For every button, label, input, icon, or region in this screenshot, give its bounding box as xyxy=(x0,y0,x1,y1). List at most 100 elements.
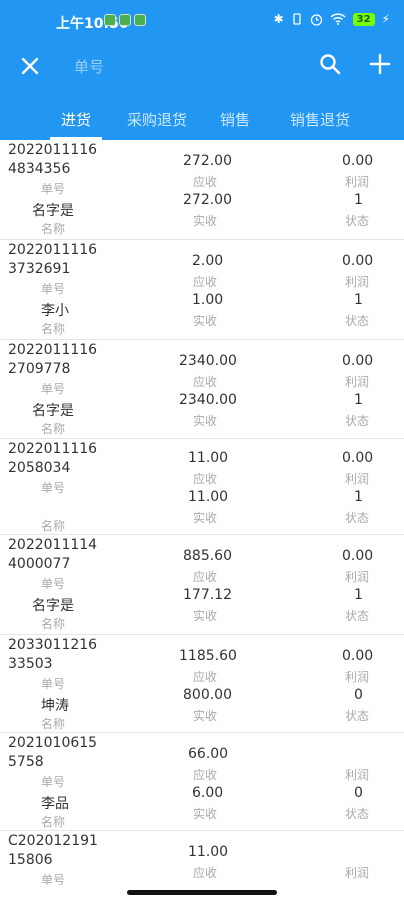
received-label: 实收 xyxy=(193,414,218,428)
status-value: 0 xyxy=(354,687,363,703)
close-icon[interactable] xyxy=(14,50,46,82)
received-value: 177.12 xyxy=(183,587,232,603)
received-label: 实收 xyxy=(193,214,218,228)
list-item[interactable]: C202012191 15806 单号 11.00 应收 利润 xyxy=(0,831,404,885)
receivable-value: 11.00 xyxy=(188,844,229,860)
order-number-label: 单号 xyxy=(41,775,66,789)
item-name: 名字是 xyxy=(32,203,74,219)
item-name: 李小 xyxy=(41,303,69,319)
item-name: 名字是 xyxy=(32,598,74,614)
receivable-label: 应收 xyxy=(193,275,218,289)
name-label: 名称 xyxy=(41,717,66,731)
received-value: 1.00 xyxy=(192,292,224,308)
profit-value: 0.00 xyxy=(342,648,374,664)
status-bar: 上午10:50 ✱ 32 ⚡ xyxy=(0,0,404,44)
received-label: 实收 xyxy=(193,511,218,525)
status-label: 状态 xyxy=(345,609,370,623)
profit-label: 利润 xyxy=(345,375,370,389)
list-item[interactable]: 2022011116 3732691 单号 李小 名称 2.00 应收 1.00… xyxy=(0,240,404,340)
receivable-value: 1185.60 xyxy=(179,648,237,664)
wifi-icon xyxy=(330,13,346,25)
order-number: 5758 xyxy=(8,754,44,770)
profit-value: 0.00 xyxy=(342,253,374,269)
receivable-label: 应收 xyxy=(193,175,218,189)
plus-icon[interactable] xyxy=(366,48,394,80)
tab-sales[interactable]: 销售 xyxy=(200,98,270,140)
order-number: 2022011116 xyxy=(8,142,98,158)
receivable-label: 应收 xyxy=(193,375,218,389)
received-value: 6.00 xyxy=(192,785,224,801)
profit-value: 0.00 xyxy=(342,548,374,564)
status-value: 1 xyxy=(354,192,363,208)
profit-label: 利润 xyxy=(345,866,370,880)
status-label: 状态 xyxy=(345,511,370,525)
receivable-value: 66.00 xyxy=(188,746,229,762)
receivable-value: 2340.00 xyxy=(179,353,237,369)
item-name: 坤涛 xyxy=(41,698,69,714)
notification-icon xyxy=(104,14,116,26)
item-name: 名字是 xyxy=(32,403,74,419)
received-label: 实收 xyxy=(193,807,218,821)
alarm-icon xyxy=(310,13,322,26)
tab-purchase-return[interactable]: 采购退货 xyxy=(114,98,200,140)
receivable-label: 应收 xyxy=(193,472,218,486)
status-label: 状态 xyxy=(345,214,370,228)
profit-label: 利润 xyxy=(345,670,370,684)
tab-sales-return[interactable]: 销售退货 xyxy=(270,98,370,140)
receivable-label: 应收 xyxy=(193,670,218,684)
list-item[interactable]: 2022011114 4000077 单号 名字是 名称 885.60 应收 1… xyxy=(0,535,404,635)
tab-purchase[interactable]: 进货 xyxy=(38,98,114,140)
name-label: 名称 xyxy=(41,617,66,631)
name-label: 名称 xyxy=(41,322,66,336)
order-number-label: 单号 xyxy=(41,282,66,296)
profit-label: 利润 xyxy=(345,768,370,782)
name-label: 名称 xyxy=(41,815,66,829)
search-icon[interactable] xyxy=(318,52,344,78)
order-number-label: 单号 xyxy=(41,873,66,885)
received-label: 实收 xyxy=(193,314,218,328)
order-number: 4834356 xyxy=(8,161,71,177)
status-value: 0 xyxy=(354,785,363,801)
profit-value: 0.00 xyxy=(342,353,374,369)
list-item[interactable]: 2033011216 33503 单号 坤涛 名称 1185.60 应收 800… xyxy=(0,635,404,733)
received-label: 实收 xyxy=(193,709,218,723)
app-bar: 进货 采购退货 销售 销售退货 xyxy=(0,44,404,140)
vibrate-icon xyxy=(292,13,301,25)
order-number: 2033011216 xyxy=(8,637,98,653)
item-name: 李品 xyxy=(41,796,69,812)
order-number: 3732691 xyxy=(8,261,71,277)
gesture-nav-bar xyxy=(0,885,404,900)
list-item[interactable]: 2022011116 2058034 单号 名称 11.00 应收 11.00 … xyxy=(0,439,404,535)
list-item[interactable]: 2022011116 4834356 单号 名字是 名称 272.00 应收 2… xyxy=(0,140,404,240)
status-value: 1 xyxy=(354,292,363,308)
order-number-label: 单号 xyxy=(41,182,66,196)
profit-label: 利润 xyxy=(345,570,370,584)
profit-value: 0.00 xyxy=(342,450,374,466)
receivable-label: 应收 xyxy=(193,866,218,880)
receivable-value: 272.00 xyxy=(183,153,232,169)
system-icons: ✱ 32 ⚡ xyxy=(274,12,390,26)
list-item[interactable]: 2022011116 2709778 单号 名字是 名称 2340.00 应收 … xyxy=(0,340,404,439)
notification-icon xyxy=(119,14,131,26)
search-input[interactable] xyxy=(74,52,294,82)
charging-icon: ⚡ xyxy=(381,12,390,26)
receivable-value: 885.60 xyxy=(183,548,232,564)
order-number-label: 单号 xyxy=(41,677,66,691)
order-number: 2022011116 xyxy=(8,242,98,258)
record-list[interactable]: 2022011116 4834356 单号 名字是 名称 272.00 应收 2… xyxy=(0,140,404,885)
status-value: 1 xyxy=(354,392,363,408)
status-label: 状态 xyxy=(345,709,370,723)
order-number-label: 单号 xyxy=(41,382,66,396)
receivable-value: 2.00 xyxy=(192,253,224,269)
tab-bar: 进货 采购退货 销售 销售退货 xyxy=(0,98,404,140)
order-number: 4000077 xyxy=(8,556,71,572)
home-indicator[interactable] xyxy=(127,890,277,895)
notification-icons xyxy=(104,14,146,26)
status-label: 状态 xyxy=(345,314,370,328)
receivable-value: 11.00 xyxy=(188,450,229,466)
name-label: 名称 xyxy=(41,422,66,436)
list-item[interactable]: 2021010615 5758 单号 李品 名称 66.00 应收 6.00 实… xyxy=(0,733,404,831)
received-label: 实收 xyxy=(193,609,218,623)
order-number: 2022011116 xyxy=(8,342,98,358)
battery-icon: 32 xyxy=(352,12,375,26)
